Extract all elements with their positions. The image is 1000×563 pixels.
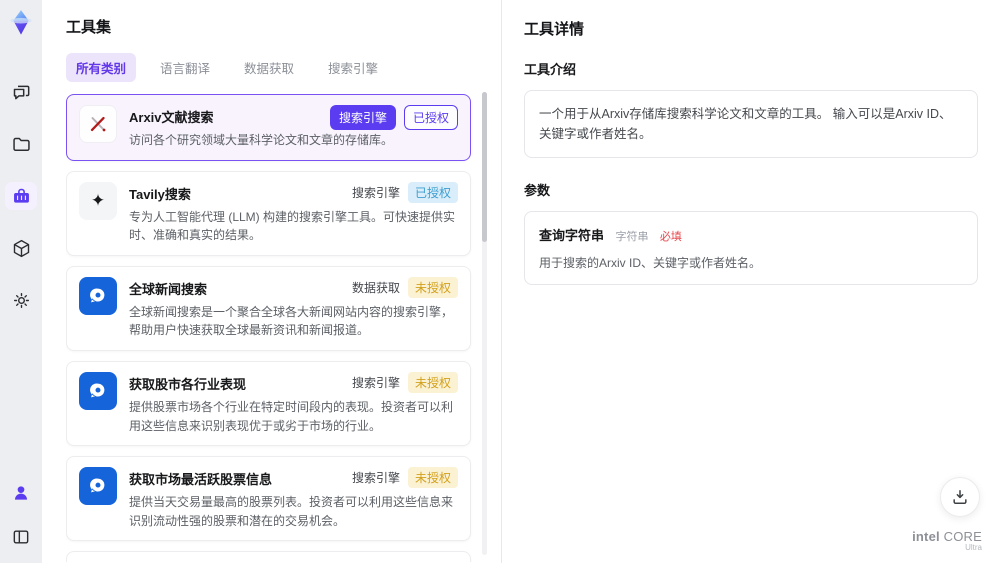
tool-icon: ✦ bbox=[79, 181, 117, 220]
param-required-flag: 必填 bbox=[659, 231, 682, 243]
param-box: 查询字符串 字符串 必填 用于搜索的Arxiv ID、关键字或作者姓名。 bbox=[524, 211, 978, 285]
tool-card[interactable]: 万维地区新闻查询 查询具体行政区划内的新闻，快速了解各地新闻动 搜索引擎 未授权 bbox=[66, 551, 471, 562]
category-tabs: 所有类别 语言翻译 数据获取 搜索引擎 bbox=[66, 53, 501, 82]
ultra-wordmark: Ultra bbox=[965, 543, 982, 553]
tool-badges: 搜索引擎 未授权 bbox=[351, 467, 458, 489]
user-icon[interactable] bbox=[5, 479, 37, 507]
tool-card[interactable]: 获取股市各行业表现 提供股票市场各个行业在特定时间段内的表现。投资者可以利用这些… bbox=[66, 360, 471, 447]
list-scrollbar[interactable] bbox=[482, 92, 487, 555]
chat-icon[interactable] bbox=[5, 78, 37, 106]
tool-desc: 提供当天交易量最高的股票列表。投资者可以利用这些信息来识别流动性强的股票和潜在的… bbox=[129, 495, 454, 528]
tool-icon bbox=[79, 371, 117, 410]
panel-toggle-icon[interactable] bbox=[5, 523, 37, 551]
page-title: 工具集 bbox=[66, 19, 112, 36]
category-badge: 搜索引擎 bbox=[351, 185, 400, 200]
tool-desc: 访问各个研究领域大量科学论文和文章的存储库。 bbox=[129, 133, 394, 147]
tool-detail-panel: 工具详情 工具介绍 一个用于从Arxiv存储库搜索科学论文和文章的工具。 输入可… bbox=[502, 0, 1000, 563]
folder-icon[interactable] bbox=[5, 130, 37, 158]
core-wordmark: CORE bbox=[939, 528, 982, 544]
package-icon[interactable] bbox=[5, 234, 37, 262]
toolbox-icon[interactable] bbox=[5, 182, 37, 210]
tool-card[interactable]: Arxiv文献搜索 访问各个研究领域大量科学论文和文章的存储库。 搜索引擎 已授… bbox=[66, 94, 471, 161]
tab-all-categories[interactable]: 所有类别 bbox=[66, 53, 137, 82]
scrollbar-thumb[interactable] bbox=[482, 92, 487, 242]
intro-heading: 工具介绍 bbox=[524, 62, 577, 77]
tool-desc: 提供股票市场各个行业在特定时间段内的表现。投资者可以利用这些信息来识别表现优于或… bbox=[129, 399, 454, 433]
tool-card[interactable]: ✦ Tavily搜索 专为人工智能代理 (LLM) 构建的搜索引擎工具。可快速提… bbox=[66, 170, 471, 256]
tool-list: Arxiv文献搜索 访问各个研究领域大量科学论文和文章的存储库。 搜索引擎 已授… bbox=[66, 94, 501, 562]
param-name: 查询字符串 bbox=[539, 228, 605, 243]
download-icon bbox=[953, 490, 967, 504]
tab-search-engine[interactable]: 搜索引擎 bbox=[318, 53, 388, 82]
detail-title: 工具详情 bbox=[524, 21, 585, 38]
intel-core-logo: intel CORE Ultra bbox=[912, 528, 982, 553]
auth-status-badge[interactable]: 未授权 bbox=[407, 276, 458, 298]
params-heading: 参数 bbox=[524, 183, 551, 198]
tool-list-panel: 工具集 所有类别 语言翻译 数据获取 搜索引擎 Arxiv文献搜索 访问各个研究… bbox=[42, 0, 502, 563]
auth-status-badge[interactable]: 已授权 bbox=[403, 105, 458, 130]
tool-card[interactable]: 获取市场最活跃股票信息 提供当天交易量最高的股票列表。投资者可以利用这些信息来识… bbox=[66, 456, 471, 542]
left-rail bbox=[0, 0, 42, 563]
tool-badges: 搜索引擎 未授权 bbox=[351, 371, 458, 393]
intro-box: 一个用于从Arxiv存储库搜索科学论文和文章的工具。 输入可以是Arxiv ID… bbox=[524, 90, 978, 158]
tool-card[interactable]: 全球新闻搜索 全球新闻搜索是一个聚合全球各大新闻网站内容的搜索引擎，帮助用户快速… bbox=[66, 265, 471, 351]
app-logo-icon[interactable] bbox=[6, 8, 36, 38]
category-badge: 数据获取 bbox=[351, 280, 400, 295]
tool-badges: 搜索引擎 已授权 bbox=[329, 105, 458, 130]
auth-status-badge[interactable]: 未授权 bbox=[407, 467, 458, 489]
download-button[interactable] bbox=[940, 477, 980, 517]
param-type: 字符串 bbox=[615, 231, 649, 243]
tab-data-fetch[interactable]: 数据获取 bbox=[234, 53, 304, 82]
intel-wordmark: intel bbox=[912, 528, 940, 544]
category-badge: 搜索引擎 bbox=[329, 105, 396, 130]
tool-icon bbox=[79, 276, 117, 315]
tool-badges: 搜索引擎 已授权 bbox=[351, 181, 458, 203]
intro-text: 一个用于从Arxiv存储库搜索科学论文和文章的工具。 输入可以是Arxiv ID… bbox=[539, 107, 952, 141]
sparkle-icon: ✦ bbox=[90, 191, 106, 211]
tool-icon bbox=[79, 105, 117, 143]
tool-icon bbox=[79, 467, 117, 506]
category-badge: 搜索引擎 bbox=[351, 471, 400, 486]
auth-status-badge[interactable]: 未授权 bbox=[407, 371, 458, 393]
tool-desc: 专为人工智能代理 (LLM) 构建的搜索引擎工具。可快速提供实时、准确和真实的结… bbox=[129, 209, 456, 243]
tool-desc: 全球新闻搜索是一个聚合全球各大新闻网站内容的搜索引擎，帮助用户快速获取全球最新资… bbox=[129, 304, 454, 338]
settings-icon[interactable] bbox=[5, 286, 37, 314]
app-window: 工具集 所有类别 语言翻译 数据获取 搜索引擎 Arxiv文献搜索 访问各个研究… bbox=[0, 0, 1000, 563]
auth-status-badge[interactable]: 已授权 bbox=[407, 181, 458, 203]
category-badge: 搜索引擎 bbox=[351, 375, 400, 390]
tab-language-translation[interactable]: 语言翻译 bbox=[150, 53, 220, 82]
tool-badges: 数据获取 未授权 bbox=[351, 276, 458, 298]
param-desc: 用于搜索的Arxiv ID、关键字或作者姓名。 bbox=[539, 256, 762, 270]
